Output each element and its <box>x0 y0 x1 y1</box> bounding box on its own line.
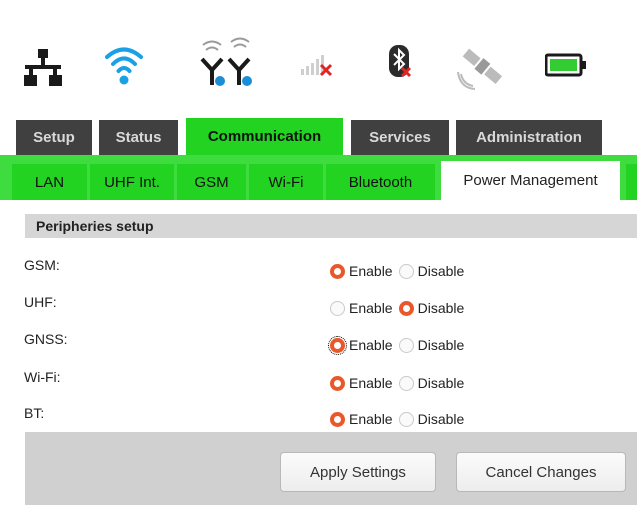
enable-label: Enable <box>349 263 393 279</box>
wifi-radio-group: Enable Disable <box>330 373 470 393</box>
bt-radio-group: Enable Disable <box>330 409 470 429</box>
disable-label: Disable <box>417 263 465 279</box>
bt-disable-radio[interactable] <box>398 411 414 427</box>
tab-services[interactable]: Services <box>351 120 449 155</box>
gsm-radio-group: Enable Disable <box>330 261 470 281</box>
satellite-icon[interactable] <box>457 44 507 90</box>
enable-label: Enable <box>349 375 393 391</box>
tab-setup[interactable]: Setup <box>16 120 92 155</box>
subtab-more[interactable] <box>626 164 637 200</box>
gsm-enable-radio[interactable] <box>330 263 345 279</box>
enable-label: Enable <box>349 300 393 316</box>
gnss-disable-radio[interactable] <box>398 337 414 353</box>
peripheral-row-uhf: UHF: Enable Disable <box>0 294 637 318</box>
disable-label: Disable <box>417 411 465 427</box>
gsm-disable-radio[interactable] <box>398 263 414 279</box>
gsm-signal-icon[interactable] <box>300 52 334 78</box>
gnss-radio-group: Enable Disable <box>328 335 470 355</box>
tab-status[interactable]: Status <box>99 120 178 155</box>
subtab-wifi[interactable]: Wi-Fi <box>249 164 326 200</box>
disable-label: Disable <box>417 337 465 353</box>
uhf-enable-radio[interactable] <box>330 300 345 316</box>
status-icon-bar <box>0 0 637 118</box>
uhf-disable-radio[interactable] <box>398 300 414 316</box>
peripheral-label: BT: <box>24 405 45 421</box>
peripheral-label: Wi-Fi: <box>24 369 61 385</box>
tab-communication[interactable]: Communication <box>186 118 343 155</box>
bluetooth-icon[interactable] <box>388 44 414 82</box>
peripheral-label: GSM: <box>24 257 60 273</box>
disable-label: Disable <box>417 375 465 391</box>
gnss-enable-radio[interactable] <box>328 335 347 355</box>
peripheral-row-gsm: GSM: Enable Disable <box>0 257 637 281</box>
bt-enable-radio[interactable] <box>330 411 345 427</box>
subtab-bluetooth[interactable]: Bluetooth <box>326 164 438 200</box>
peripheral-row-bt: BT: Enable Disable <box>0 405 637 429</box>
uhf-radio-group: Enable Disable <box>330 298 470 318</box>
peripheral-label: UHF: <box>24 294 57 310</box>
subtab-lan[interactable]: LAN <box>12 164 90 200</box>
wifi-enable-radio[interactable] <box>330 375 345 391</box>
uhf-antenna-icon[interactable] <box>193 37 259 89</box>
enable-label: Enable <box>349 337 393 353</box>
battery-icon <box>545 53 586 77</box>
tab-administration[interactable]: Administration <box>456 120 602 155</box>
section-title: Peripheries setup <box>36 218 154 234</box>
ethernet-icon <box>24 49 62 86</box>
subtab-uhf-int[interactable]: UHF Int. <box>90 164 177 200</box>
apply-settings-button[interactable]: Apply Settings <box>280 452 436 492</box>
action-footer: Apply Settings Cancel Changes <box>25 432 637 505</box>
peripheral-row-gnss: GNSS: Enable Disable <box>0 331 637 355</box>
subtab-power-management[interactable]: Power Management <box>441 161 623 200</box>
wifi-disable-radio[interactable] <box>398 375 414 391</box>
peripheral-row-wifi: Wi-Fi: Enable Disable <box>0 369 637 393</box>
main-nav-tabs: Setup Status Communication Services Admi… <box>0 118 637 155</box>
peripheral-label: GNSS: <box>24 331 68 347</box>
disable-label: Disable <box>417 300 465 316</box>
enable-label: Enable <box>349 411 393 427</box>
cancel-changes-button[interactable]: Cancel Changes <box>456 452 626 492</box>
subtab-gsm[interactable]: GSM <box>177 164 249 200</box>
section-header: Peripheries setup <box>25 214 637 238</box>
wifi-icon[interactable] <box>104 42 144 86</box>
sub-nav-tabs: LAN UHF Int. GSM Wi-Fi Bluetooth Power M… <box>0 155 637 200</box>
